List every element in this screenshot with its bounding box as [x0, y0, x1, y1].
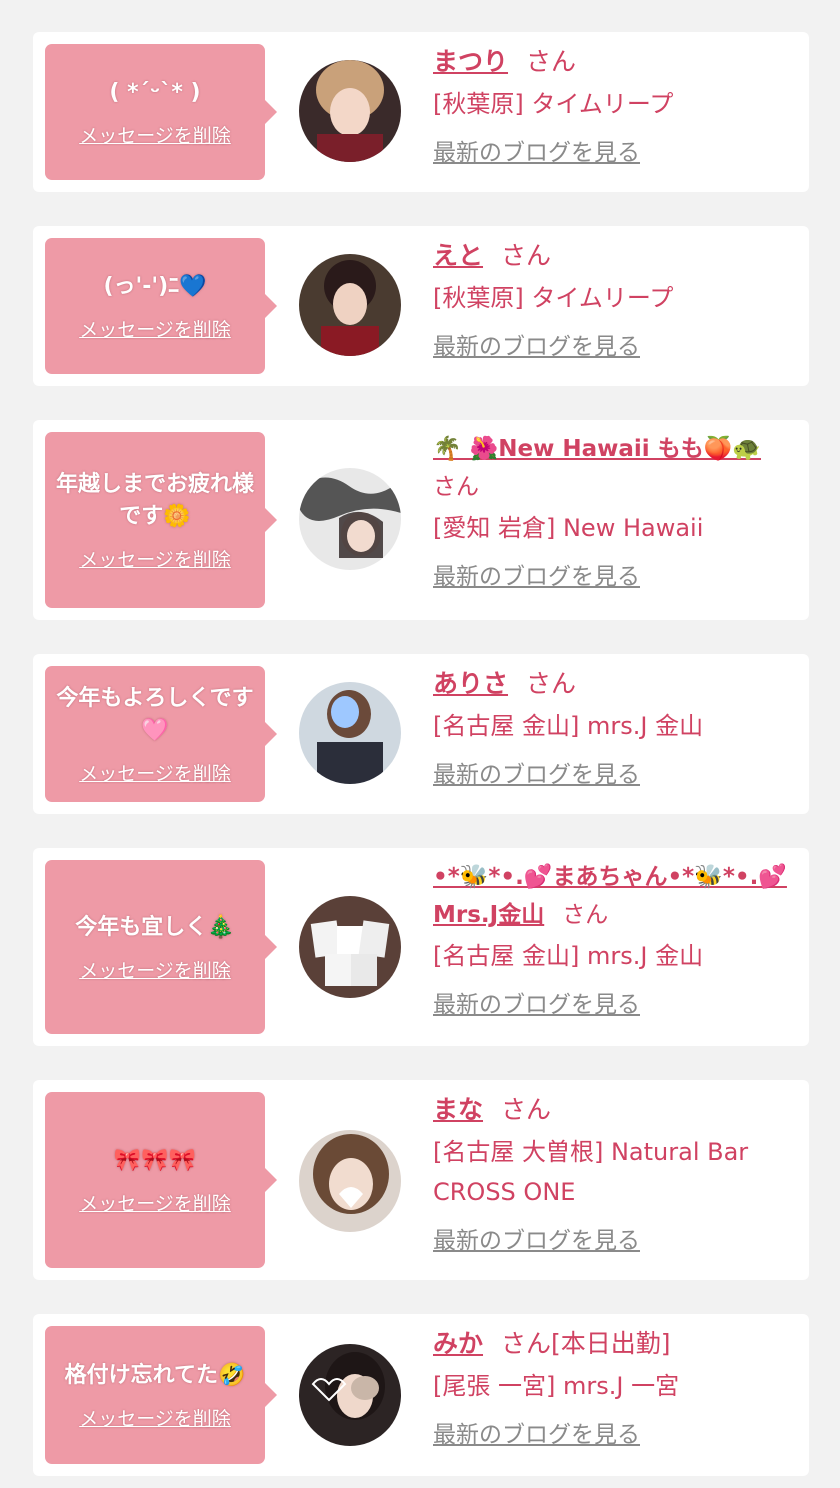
message-bubble: 格付け忘れてた🤣 メッセージを削除	[45, 1326, 277, 1464]
message-bubble: 今年もよろしくです🩷 メッセージを削除	[45, 666, 277, 802]
profile-photo-icon	[299, 682, 401, 784]
message-text: ( *´ᵕ`* )	[109, 79, 201, 105]
profile-photo-icon	[299, 1130, 401, 1232]
avatar[interactable]	[299, 60, 401, 162]
honorific: さん	[501, 1095, 552, 1124]
message-card: 格付け忘れてた🤣 メッセージを削除 みか さん[本日出勤] [尾張 一宮] mrs…	[33, 1314, 809, 1476]
name-suffix: [本日出勤]	[551, 1329, 671, 1358]
avatar[interactable]	[299, 682, 401, 784]
profile-info: 🌴 🌺New Hawaii もも🍑🐢 さん [愛知 岩倉] New Hawaii …	[433, 430, 793, 594]
shop-info: [名古屋 大曽根] Natural Bar CROSS ONE	[433, 1138, 749, 1206]
message-bubble: ( *´ᵕ`* ) メッセージを削除	[45, 44, 277, 180]
shop-info: [名古屋 金山] mrs.J 金山	[433, 712, 704, 740]
message-card: 今年もよろしくです🩷 メッセージを削除 ありさ さん [名古屋 金山] mrs.J…	[33, 654, 809, 814]
message-card: 今年も宜しく🎄 メッセージを削除 •*🐝*•.💕まあちゃん•*🐝*•.💕Mrs.…	[33, 848, 809, 1046]
message-bubble: 🎀🎀🎀 メッセージを削除	[45, 1092, 277, 1268]
delete-message-link[interactable]: メッセージを削除	[79, 121, 231, 148]
honorific: さん	[501, 1329, 552, 1358]
delete-message-link[interactable]: メッセージを削除	[79, 1404, 231, 1431]
avatar[interactable]	[299, 1130, 401, 1232]
latest-blog-link[interactable]: 最新のブログを見る	[433, 560, 640, 594]
profile-photo-icon	[299, 60, 401, 162]
message-text: 年越しまでお疲れ様です🌼	[55, 471, 254, 529]
profile-info: •*🐝*•.💕まあちゃん•*🐝*•.💕Mrs.J金山 さん [名古屋 金山] mr…	[433, 858, 793, 1022]
latest-blog-link[interactable]: 最新のブログを見る	[433, 330, 640, 364]
honorific: さん	[501, 241, 552, 270]
latest-blog-link[interactable]: 最新のブログを見る	[433, 758, 640, 792]
delete-message-link[interactable]: メッセージを削除	[79, 759, 231, 786]
profile-name-link[interactable]: 🌴 🌺New Hawaii もも🍑🐢	[433, 436, 761, 462]
profile-photo-icon	[299, 254, 401, 356]
honorific: さん	[562, 902, 609, 928]
honorific: さん	[526, 47, 577, 76]
profile-name-link[interactable]: ありさ	[433, 669, 508, 698]
honorific: さん	[433, 474, 479, 500]
message-card: (っ'-')ﾆ💙 メッセージを削除 えと さん [秋葉原] タイムリープ 最新のブ…	[33, 226, 809, 386]
name-line: ありさ さん	[433, 664, 793, 704]
delete-message-link[interactable]: メッセージを削除	[79, 545, 231, 572]
latest-blog-link[interactable]: 最新のブログを見る	[433, 136, 640, 170]
profile-name-link[interactable]: まな	[433, 1095, 483, 1124]
latest-blog-link[interactable]: 最新のブログを見る	[433, 1224, 640, 1258]
delete-message-link[interactable]: メッセージを削除	[79, 315, 231, 342]
profile-name-link[interactable]: みか	[433, 1329, 483, 1358]
profile-info: まつり さん [秋葉原] タイムリープ 最新のブログを見る	[433, 42, 793, 170]
shop-info: [尾張 一宮] mrs.J 一宮	[433, 1372, 680, 1400]
profile-name-link[interactable]: •*🐝*•.💕まあちゃん•*🐝*•.💕Mrs.J金山	[433, 864, 787, 928]
profile-info: えと さん [秋葉原] タイムリープ 最新のブログを見る	[433, 236, 793, 364]
profile-name-link[interactable]: まつり	[433, 47, 508, 76]
delete-message-link[interactable]: メッセージを削除	[79, 956, 231, 983]
profile-photo-icon	[299, 468, 401, 570]
avatar[interactable]	[299, 896, 401, 998]
avatar[interactable]	[299, 1344, 401, 1446]
message-text: 今年もよろしくです🩷	[56, 685, 254, 743]
message-card: ( *´ᵕ`* ) メッセージを削除 まつり さん [秋葉原] タイムリープ 最新…	[33, 32, 809, 192]
name-line: えと さん	[433, 236, 793, 276]
latest-blog-link[interactable]: 最新のブログを見る	[433, 1418, 640, 1452]
profile-info: まな さん [名古屋 大曽根] Natural Bar CROSS ONE 最新の…	[433, 1090, 793, 1258]
message-card: 年越しまでお疲れ様です🌼 メッセージを削除 🌴 🌺New Hawaii もも🍑🐢…	[33, 420, 809, 620]
message-bubble: 年越しまでお疲れ様です🌼 メッセージを削除	[45, 432, 277, 608]
shop-info: [名古屋 金山] mrs.J 金山	[433, 942, 704, 970]
message-bubble: 今年も宜しく🎄 メッセージを削除	[45, 860, 277, 1034]
message-bubble: (っ'-')ﾆ💙 メッセージを削除	[45, 238, 277, 374]
message-text: 格付け忘れてた🤣	[64, 1362, 246, 1388]
message-text: 今年も宜しく🎄	[75, 914, 235, 940]
latest-blog-link[interactable]: 最新のブログを見る	[433, 988, 640, 1022]
name-line: みか さん[本日出勤]	[433, 1324, 793, 1364]
message-text: 🎀🎀🎀	[113, 1147, 197, 1173]
avatar[interactable]	[299, 254, 401, 356]
message-card: 🎀🎀🎀 メッセージを削除 まな さん [名古屋 大曽根] Natural Bar …	[33, 1080, 809, 1280]
name-line: まな さん	[433, 1090, 793, 1130]
shop-info: [愛知 岩倉] New Hawaii	[433, 514, 704, 542]
name-line: まつり さん	[433, 42, 793, 82]
honorific: さん	[526, 669, 577, 698]
profile-name-link[interactable]: えと	[433, 241, 483, 270]
name-line: 🌴 🌺New Hawaii もも🍑🐢 さん	[433, 430, 793, 506]
profile-info: ありさ さん [名古屋 金山] mrs.J 金山 最新のブログを見る	[433, 664, 793, 792]
shop-info: [秋葉原] タイムリープ	[433, 90, 674, 118]
avatar[interactable]	[299, 468, 401, 570]
shop-info: [秋葉原] タイムリープ	[433, 284, 674, 312]
message-text: (っ'-')ﾆ💙	[103, 273, 207, 299]
profile-photo-icon	[299, 1344, 401, 1446]
profile-photo-icon	[299, 896, 401, 998]
delete-message-link[interactable]: メッセージを削除	[79, 1189, 231, 1216]
name-line: •*🐝*•.💕まあちゃん•*🐝*•.💕Mrs.J金山 さん	[433, 858, 793, 934]
profile-info: みか さん[本日出勤] [尾張 一宮] mrs.J 一宮 最新のブログを見る	[433, 1324, 793, 1452]
